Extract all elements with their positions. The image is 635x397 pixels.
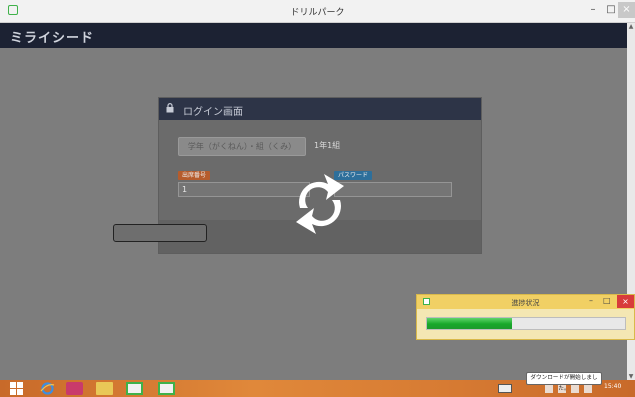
progress-maximize-button[interactable]: □ bbox=[603, 296, 611, 305]
progress-window: 進捗状況 – □ × bbox=[416, 294, 635, 340]
progress-minimize-button[interactable]: – bbox=[589, 296, 593, 305]
login-header: ログイン画面 bbox=[159, 98, 481, 120]
scroll-down-icon[interactable]: ▼ bbox=[627, 373, 635, 380]
close-button[interactable]: × bbox=[618, 2, 635, 18]
internet-explorer-icon[interactable] bbox=[39, 382, 56, 395]
app-navbar: ミライシード bbox=[0, 23, 627, 48]
tray-icon[interactable] bbox=[545, 384, 553, 393]
progress-titlebar: 進捗状況 – □ × bbox=[417, 295, 634, 309]
refresh-icon bbox=[296, 174, 344, 234]
progress-fill bbox=[427, 318, 513, 329]
progress-close-button[interactable]: × bbox=[617, 295, 634, 308]
progress-title: 進捗状況 bbox=[511, 299, 540, 307]
windows-start-icon[interactable] bbox=[10, 382, 24, 395]
student-number-label: 出席番号 bbox=[178, 171, 211, 180]
brand-logo: ミライシード bbox=[10, 31, 95, 46]
download-tooltip: ダウンロードが開始しました。 bbox=[526, 372, 602, 392]
clock[interactable]: 15:40 bbox=[604, 383, 621, 390]
tray-icon[interactable] bbox=[584, 384, 592, 393]
keyboard-icon[interactable] bbox=[498, 384, 512, 393]
minimize-button[interactable]: – bbox=[584, 2, 602, 18]
file-explorer-icon[interactable] bbox=[96, 382, 113, 395]
app-taskbar-icon[interactable] bbox=[126, 382, 143, 395]
store-icon[interactable] bbox=[66, 382, 83, 395]
app-taskbar-icon-2[interactable] bbox=[158, 382, 175, 395]
scroll-up-icon[interactable]: ▲ bbox=[627, 23, 635, 30]
lock-icon bbox=[166, 103, 174, 113]
login-button[interactable] bbox=[113, 224, 207, 242]
progress-bar bbox=[426, 317, 626, 330]
window-titlebar: ドリルパーク – □ × bbox=[0, 0, 635, 23]
class-select-button[interactable]: 学年（がくねん）・組（くみ） bbox=[178, 137, 306, 156]
tray-icon[interactable] bbox=[571, 384, 579, 393]
window-title: ドリルパーク bbox=[290, 8, 345, 18]
class-value: 1年1組 bbox=[314, 141, 341, 150]
login-title: ログイン画面 bbox=[183, 107, 243, 118]
